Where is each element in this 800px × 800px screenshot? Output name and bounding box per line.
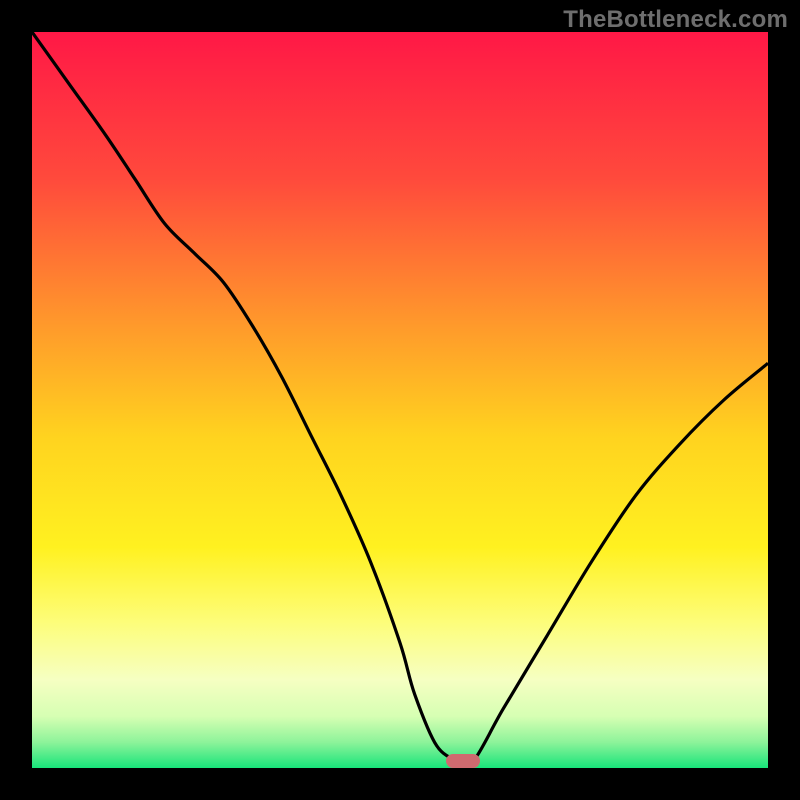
chart-frame: TheBottleneck.com [0, 0, 800, 800]
bottleneck-curve [32, 32, 768, 768]
optimal-marker [446, 754, 480, 768]
attribution-text: TheBottleneck.com [563, 6, 788, 34]
plot-area [32, 32, 768, 768]
